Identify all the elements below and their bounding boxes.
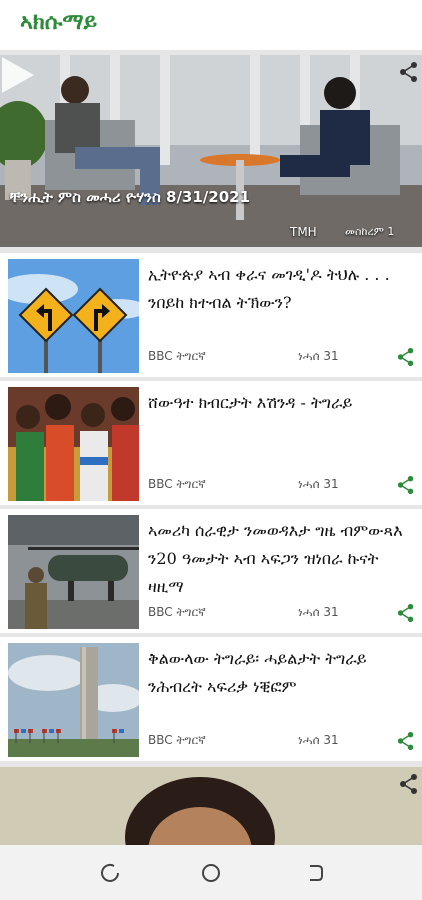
home-icon[interactable] [199,861,223,885]
news-feed[interactable]: ቸንሒት ምስ መሓሪ ዮሃንስ 8/31/2021 TMH መስከረም 1 ኢ… [0,50,422,845]
featured-video[interactable]: ቸንሒት ምስ መሓሪ ዮሃንስ 8/31/2021 TMH መስከረም 1 [0,55,422,247]
article-card[interactable]: ሸውዓተ ክብርታት እሽንዳ - ትግራይ BBC ትግርኛ ነሓሰ 31 [0,381,422,505]
article-date: ነሓሰ 31 [298,477,339,491]
share-icon[interactable] [396,475,416,495]
video-thumbnail [0,767,422,845]
featured-video-partial[interactable] [0,767,422,845]
article-source: BBC ትግርኛ [148,733,206,747]
system-nav-bar [0,845,422,900]
share-icon[interactable] [398,61,420,83]
article-card[interactable]: ኢትዮጵያ ኣብ ቀራና መገዲ'ዶ ትህሉ . . . ንበይከ ክተብል ት… [0,253,422,377]
share-icon[interactable] [398,773,420,795]
article-date: ነሓሰ 31 [298,349,339,363]
app-title: ኣክሱማይ [20,9,98,35]
featured-date: መስከረም 1 [345,225,395,238]
article-source: BBC ትግርኛ [148,349,206,363]
recent-apps-icon[interactable] [98,861,122,885]
road-signs-image [8,259,139,373]
article-card[interactable]: ቅልውላው ትግራይ፡ ሓይልታት ትግራይ ንሕብረት ኣፍሪቃ ነቒፎም B… [0,637,422,761]
share-icon[interactable] [396,347,416,367]
article-title: ሸውዓተ ክብርታት እሽንዳ - ትግራይ [148,393,353,412]
featured-source: TMH [290,225,317,239]
article-title: ኣመሪካ ሰራዊታ ንመወዳእታ ግዜ ብምውጻእ ን20 ዓመታት ኣብ ኣፍ… [148,521,403,596]
ashenda-girls-image [8,387,139,501]
featured-video-thumbnail [0,55,422,247]
article-date: ነሓሰ 31 [298,733,339,747]
article-card[interactable]: ኣመሪካ ሰራዊታ ንመወዳእታ ግዜ ብምውጻእ ን20 ዓመታት ኣብ ኣፍ… [0,509,422,633]
article-source: BBC ትግርኛ [148,477,206,491]
play-icon[interactable] [0,55,36,95]
featured-title: ቸንሒት ምስ መሓሪ ዮሃንስ 8/31/2021 [10,188,251,206]
article-source: BBC ትግርኛ [148,605,206,619]
back-icon[interactable] [302,861,326,885]
share-icon[interactable] [396,603,416,623]
article-date: ነሓሰ 31 [298,605,339,619]
app-bar: ኣክሱማይ [0,0,422,50]
au-building-image [8,643,139,757]
helicopter-soldier-image [8,515,139,629]
article-title: ኢትዮጵያ ኣብ ቀራና መገዲ'ዶ ትህሉ . . . ንበይከ ክተብል ት… [148,265,390,312]
article-title: ቅልውላው ትግራይ፡ ሓይልታት ትግራይ ንሕብረት ኣፍሪቃ ነቒፎም [148,649,367,696]
share-icon[interactable] [396,731,416,751]
